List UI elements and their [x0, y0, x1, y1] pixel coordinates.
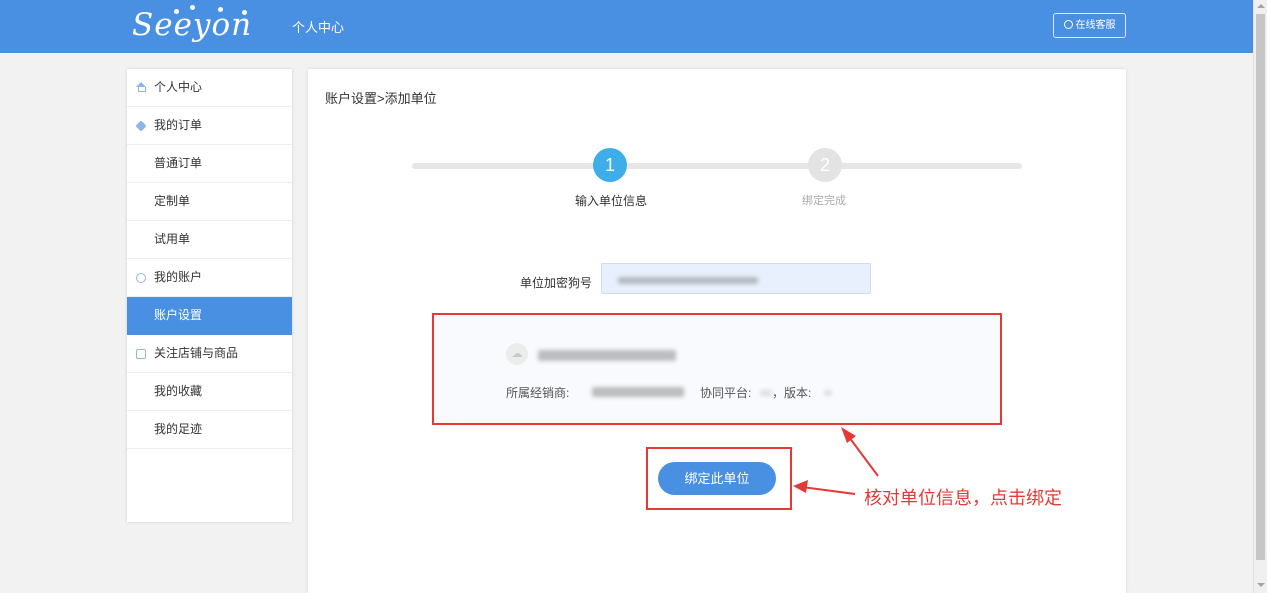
scroll-down-icon[interactable] — [1257, 583, 1265, 587]
scroll-up-icon[interactable] — [1257, 4, 1265, 8]
annotation-arrows — [793, 427, 879, 495]
scroll-thumb[interactable] — [1256, 14, 1265, 560]
annotation-text: 核对单位信息，点击绑定 — [864, 488, 1062, 509]
page-scrollbar[interactable] — [1253, 0, 1267, 593]
